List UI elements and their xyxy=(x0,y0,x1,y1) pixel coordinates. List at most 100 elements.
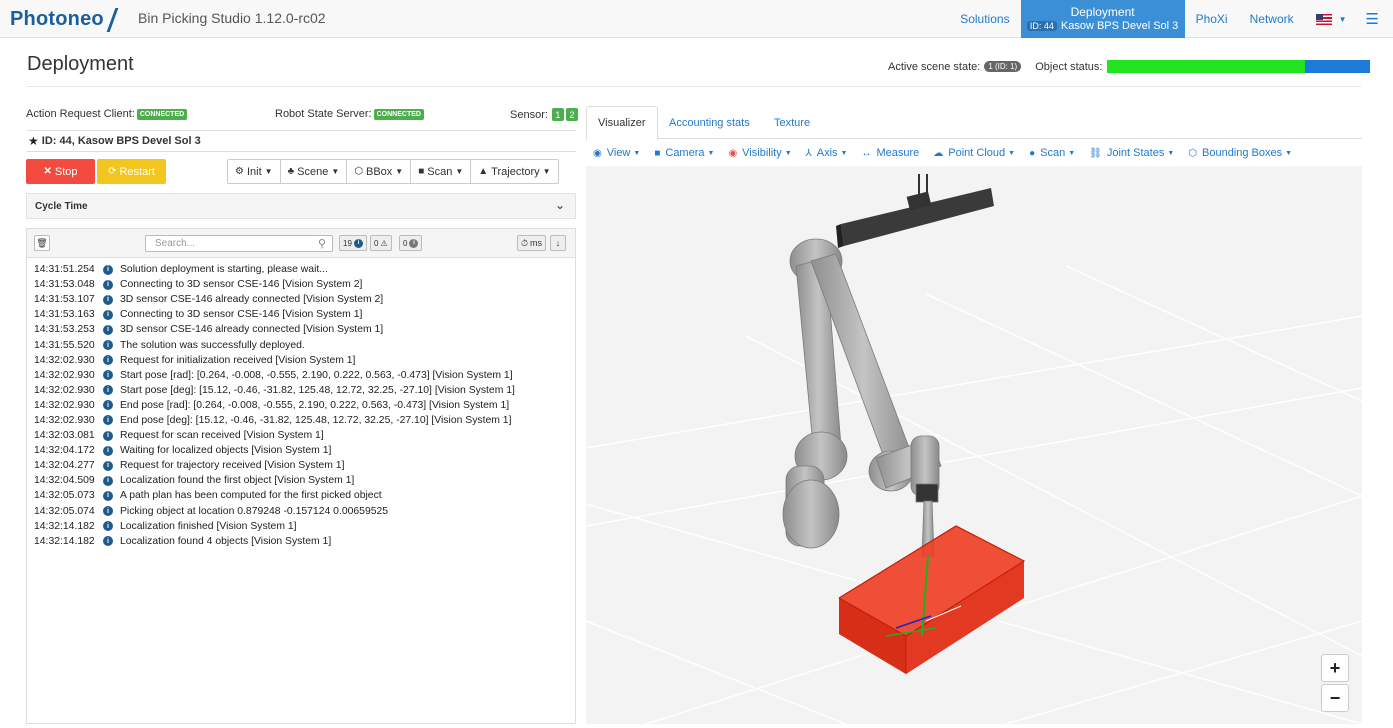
init-dropdown[interactable]: ⚙ Init ▼ xyxy=(228,160,281,183)
photoneo-logo[interactable]: Photoneo xyxy=(10,8,120,30)
language-dropdown[interactable]: ▼ xyxy=(1305,0,1358,38)
road-icon: ▲ xyxy=(478,166,489,177)
joint-states-menu[interactable]: ⛓ Joint States ▼ xyxy=(1089,147,1174,159)
nav-right: Solutions Deployment ID: 44 Kasow BPS Dev… xyxy=(949,0,1393,38)
view-menu[interactable]: ◉ View ▼ xyxy=(593,147,640,159)
nav-deployment[interactable]: Deployment ID: 44 Kasow BPS Devel Sol 3 xyxy=(1020,0,1185,38)
log-timestamp: 14:32:02.930 xyxy=(34,369,95,381)
cube-icon: ⬡ xyxy=(354,166,363,177)
log-entry: 14:32:14.182 i Localization found 4 object… xyxy=(34,534,575,549)
measure-button[interactable]: ↔ Measure xyxy=(861,147,919,159)
active-scene-badge: 1 (ID: 1) xyxy=(984,61,1022,72)
object-status-green xyxy=(1106,60,1305,73)
visibility-menu[interactable]: ◉ Visibility ▼ xyxy=(728,147,791,159)
log-entry: 14:31:51.254 i Solution deployment is star… xyxy=(34,262,575,277)
log-timestamp: 14:31:53.253 xyxy=(34,324,95,336)
info-icon: i xyxy=(103,445,113,456)
cloud-icon: ☁ xyxy=(933,147,944,159)
log-entry: 14:31:53.048 i Connecting to 3D sensor CSE… xyxy=(34,277,575,292)
tab-texture[interactable]: Texture xyxy=(763,106,821,139)
log-message: Localization found 4 objects [Vision Sys… xyxy=(120,535,332,547)
scene-label: Scene xyxy=(297,165,329,178)
nav-solutions[interactable]: Solutions xyxy=(949,0,1020,38)
caret-down-icon: ▼ xyxy=(1068,149,1076,157)
bounding-boxes-menu[interactable]: ⬡ Bounding Boxes ▼ xyxy=(1188,147,1292,159)
info-icon: i xyxy=(103,324,113,335)
robot-state-badge: CONNECTED xyxy=(373,108,424,120)
scan-dropdown[interactable]: ■ Scan ▼ xyxy=(411,160,472,183)
info-icon: i xyxy=(103,521,113,532)
action-request-label: Action Request Client: xyxy=(26,108,135,120)
axis-menu[interactable]: ⅄ Axis ▼ xyxy=(806,147,848,159)
tab-accounting-stats[interactable]: Accounting stats xyxy=(658,106,761,139)
trash-icon: 🗑 xyxy=(36,237,48,248)
caret-down-icon: ▼ xyxy=(840,149,848,157)
clear-log-button[interactable]: 🗑 xyxy=(34,235,50,251)
info-icon: ● xyxy=(1029,147,1036,159)
caret-down-icon: ▼ xyxy=(707,149,715,157)
joint-states-label: Joint States xyxy=(1106,147,1165,159)
restart-button[interactable]: ⟳ Restart xyxy=(97,159,166,184)
caret-down-icon: ▼ xyxy=(264,167,273,176)
video-camera-icon: ■ xyxy=(418,166,425,177)
log-timestamp: 14:32:02.930 xyxy=(34,384,95,396)
cycle-time-panel[interactable]: Cycle Time ⌄ xyxy=(26,193,576,219)
sensor-2-badge[interactable]: 2 xyxy=(565,108,578,121)
log-entry: 14:32:04.509 i Localization found the firs… xyxy=(34,473,575,488)
log-entry: 14:32:02.930 i End pose [rad]: [0.264, -0.… xyxy=(34,398,575,413)
action-request-status: Action Request Client: CONNECTED xyxy=(26,108,188,120)
x-icon: ✕ xyxy=(43,166,52,177)
scene-status: Active scene state: 1 (ID: 1) Object sta… xyxy=(888,60,1370,73)
log-message: Picking object at location 0.879248 -0.1… xyxy=(120,505,389,517)
cube-icon: ⬡ xyxy=(1188,147,1197,159)
nav-network[interactable]: Network xyxy=(1239,0,1305,38)
sensor-1-badge[interactable]: 1 xyxy=(551,108,564,121)
tab-visualizer[interactable]: Visualizer xyxy=(586,106,658,140)
eye-icon: ◉ xyxy=(728,147,738,159)
log-search-input[interactable]: Search... ⚲ xyxy=(145,235,333,252)
camera-menu[interactable]: ■ Camera ▼ xyxy=(654,147,714,159)
log-message: The solution was successfully deployed. xyxy=(120,339,305,351)
nav-id-badge: ID: 44 xyxy=(1026,21,1057,31)
log-message: End pose [deg]: [15.12, -0.46, -31.82, 1… xyxy=(120,414,512,426)
scan-menu[interactable]: ● Scan ▼ xyxy=(1029,147,1075,159)
trajectory-dropdown[interactable]: ▲ Trajectory ▼ xyxy=(471,160,557,183)
bbox-dropdown[interactable]: ⬡ BBox ▼ xyxy=(347,160,412,183)
log-message: 3D sensor CSE-146 already connected [Vis… xyxy=(120,324,384,336)
error-filter-badge[interactable]: 0i xyxy=(399,235,423,251)
hamburger-icon[interactable]: ☰ xyxy=(1358,0,1393,38)
log-timestamp: 14:32:04.509 xyxy=(34,475,95,487)
caret-down-icon: ▼ xyxy=(395,167,404,176)
visibility-label: Visibility xyxy=(742,147,782,159)
caret-down-icon: ▼ xyxy=(1167,149,1175,157)
point-cloud-menu[interactable]: ☁ Point Cloud ▼ xyxy=(933,147,1015,159)
error-count: 0 xyxy=(403,238,408,248)
log-message: Localization found the first object [Vis… xyxy=(120,475,355,487)
log-message: Request for scan received [Vision System… xyxy=(120,430,324,442)
log-message: Connecting to 3D sensor CSE-146 [Vision … xyxy=(120,279,363,291)
info-icon: i xyxy=(103,400,113,411)
zoom-in-button[interactable]: + xyxy=(1321,654,1349,682)
log-timestamp: 14:31:51.254 xyxy=(34,264,95,276)
3d-viewport[interactable]: + − xyxy=(586,166,1362,724)
solution-id-row: ★ ID: 44, Kasow BPS Devel Sol 3 xyxy=(27,130,576,152)
scroll-down-button[interactable]: ↓ xyxy=(550,235,566,251)
log-timestamp: 14:31:55.520 xyxy=(34,339,95,351)
robot-state-status: Robot State Server: CONNECTED xyxy=(275,108,424,120)
warning-filter-badge[interactable]: 0 ⚠ xyxy=(370,235,392,251)
arrows-horizontal-icon: ↔ xyxy=(861,147,872,159)
scene-dropdown[interactable]: ♣ Scene ▼ xyxy=(281,160,348,183)
stop-button[interactable]: ✕ Stop xyxy=(26,159,95,184)
log-toolbar: 🗑 Search... ⚲ 19 i 0 ⚠ 0i ⏱ ms ↓ xyxy=(27,229,575,258)
info-icon: i xyxy=(103,415,113,426)
ms-toggle-button[interactable]: ⏱ ms xyxy=(516,235,546,251)
nav-phoxi[interactable]: PhoXi xyxy=(1185,0,1239,38)
object-status-bar xyxy=(1106,60,1370,73)
log-list: 14:31:51.254 i Solution deployment is star… xyxy=(27,258,575,549)
info-filter-badge[interactable]: 19 i xyxy=(339,235,367,251)
info-icon: i xyxy=(103,340,113,351)
caret-down-icon: ▼ xyxy=(1285,149,1293,157)
caret-down-icon: ▼ xyxy=(455,167,464,176)
view-label: View xyxy=(606,147,631,159)
zoom-out-button[interactable]: − xyxy=(1321,684,1349,712)
